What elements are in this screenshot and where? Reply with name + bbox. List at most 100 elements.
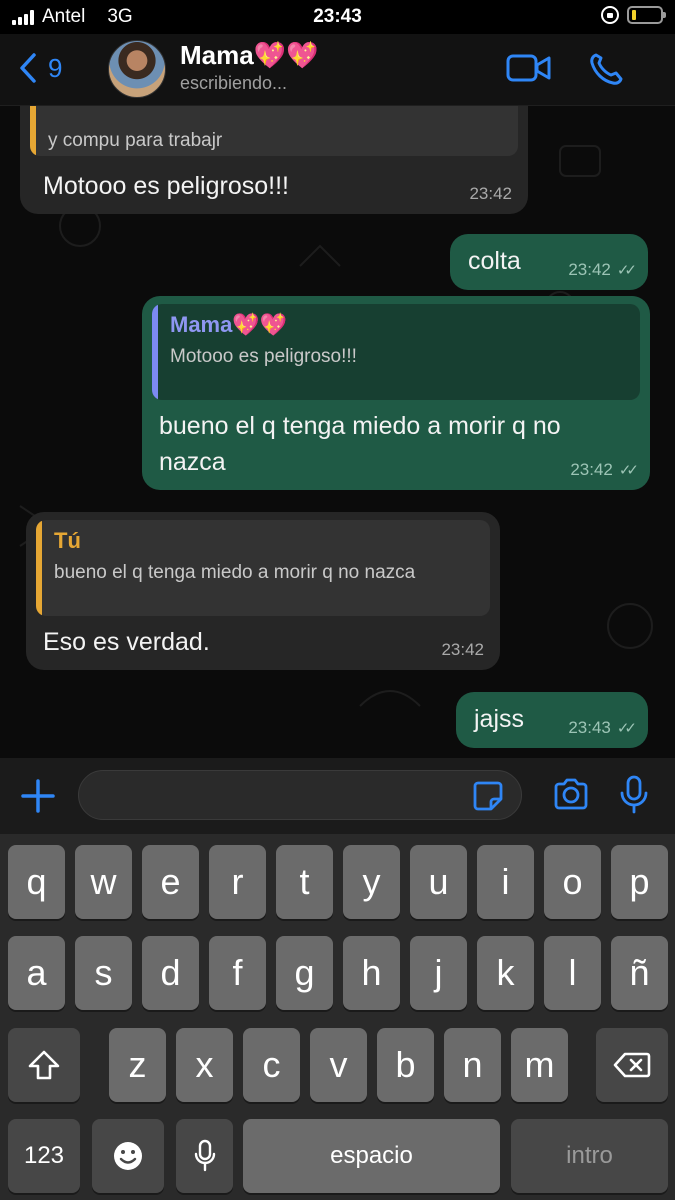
key-e[interactable]: e [142,845,199,919]
key-label: e [160,861,181,902]
numbers-key[interactable]: 123 [8,1119,80,1193]
quoted-message[interactable]: y compu para trabajr [30,106,518,156]
key-enye[interactable]: ñ [611,936,668,1010]
emoji-key[interactable] [92,1119,164,1193]
camera-icon[interactable] [552,776,590,812]
key-a[interactable]: a [8,936,65,1010]
key-g[interactable]: g [276,936,333,1010]
space-key[interactable]: espacio [243,1119,500,1193]
message-time: 23:43 [568,718,611,737]
microphone-icon[interactable] [618,774,650,816]
shift-icon [28,1050,60,1080]
keyboard: q w e r t y u i o p a s d f g h j k l ñ … [0,834,675,1200]
key-u[interactable]: u [410,845,467,919]
quoted-message[interactable]: Mama💖💖 Motooo es peligroso!!! [152,304,640,400]
orientation-lock-icon [601,6,619,24]
message-text: jajss [474,705,525,733]
back-button[interactable]: 9 [18,52,62,84]
key-label: g [294,952,315,993]
key-label: i [501,861,510,902]
key-label: h [361,952,382,993]
key-m[interactable]: m [511,1028,568,1102]
key-k[interactable]: k [477,936,534,1010]
contact-info[interactable]: Mama💖💖 escribiendo... [180,40,318,94]
composer-bar [0,758,675,834]
key-s[interactable]: s [75,936,132,1010]
message-bubble-outgoing[interactable]: jajss 23:43 ✓✓ [456,692,648,748]
key-w[interactable]: w [75,845,132,919]
key-c[interactable]: c [243,1028,300,1102]
key-i[interactable]: i [477,845,534,919]
key-label: d [160,952,181,993]
message-bubble-outgoing[interactable]: colta 23:42 ✓✓ [450,234,648,290]
video-call-icon[interactable] [506,52,552,84]
microphone-icon [194,1139,215,1172]
key-b[interactable]: b [377,1028,434,1102]
message-time: 23:42 [568,260,611,279]
avatar[interactable] [108,40,166,98]
key-label: r [231,861,244,902]
key-q[interactable]: q [8,845,65,919]
message-list[interactable]: y compu para trabajr Motooo es peligroso… [0,106,675,758]
key-o[interactable]: o [544,845,601,919]
dictation-key[interactable] [176,1119,233,1193]
phone-call-icon[interactable] [588,52,626,86]
message-bubble-incoming[interactable]: y compu para trabajr Motooo es peligroso… [20,106,528,214]
message-time: 23:42 [469,184,512,203]
chevron-left-icon [20,53,36,83]
key-d[interactable]: d [142,936,199,1010]
quoted-message[interactable]: Tú bueno el q tenga miedo a morir q no n… [36,520,490,616]
key-x[interactable]: x [176,1028,233,1102]
message-meta: 23:42 [469,184,512,204]
key-v[interactable]: v [310,1028,367,1102]
key-h[interactable]: h [343,936,400,1010]
key-label: j [434,952,443,993]
unread-count: 9 [48,52,63,83]
backspace-key[interactable] [596,1028,668,1102]
quoted-text: y compu para trabajr [48,130,223,151]
key-label: w [90,861,117,902]
message-time: 23:42 [570,460,613,479]
key-j[interactable]: j [410,936,467,1010]
quoted-author: Tú [54,528,81,553]
message-text: colta [468,247,521,275]
key-y[interactable]: y [343,845,400,919]
key-t[interactable]: t [276,845,333,919]
key-label: espacio [330,1142,413,1169]
message-meta: 23:43 ✓✓ [568,718,637,738]
key-r[interactable]: r [209,845,266,919]
quoted-text: bueno el q tenga miedo a morir q no nazc… [54,562,416,583]
sticker-icon[interactable] [472,780,504,812]
key-n[interactable]: n [444,1028,501,1102]
key-f[interactable]: f [209,936,266,1010]
key-label: c [262,1044,281,1085]
key-label: s [94,952,113,993]
key-label: f [232,952,243,993]
return-key[interactable]: intro [511,1119,668,1193]
key-label: p [629,861,650,902]
key-p[interactable]: p [611,845,668,919]
message-text-line: bueno el q tenga miedo a morir q no [159,412,561,440]
quoted-author: Mama💖💖 [170,312,288,337]
key-label: ñ [629,952,650,993]
key-label: t [299,861,310,902]
key-label: v [329,1044,348,1085]
message-time: 23:42 [441,640,484,659]
key-label: m [524,1044,555,1085]
key-label: b [395,1044,416,1085]
message-text: Motooo es peligroso!!! [43,172,289,200]
message-meta: 23:42 ✓✓ [568,260,637,280]
message-text-line: nazca [159,448,226,476]
message-bubble-outgoing[interactable]: Mama💖💖 Motooo es peligroso!!! bueno el q… [142,296,650,490]
key-l[interactable]: l [544,936,601,1010]
message-input[interactable] [78,770,522,820]
plus-icon[interactable] [20,778,56,814]
backspace-icon [613,1052,651,1078]
key-label: q [26,861,47,902]
key-z[interactable]: z [109,1028,166,1102]
message-text: Eso es verdad. [43,628,210,656]
shift-key[interactable] [8,1028,80,1102]
chat-header: 9 Mama💖💖 escribiendo... [0,34,675,106]
read-receipt-icon: ✓✓ [616,262,637,279]
message-bubble-incoming[interactable]: Tú bueno el q tenga miedo a morir q no n… [26,512,500,670]
